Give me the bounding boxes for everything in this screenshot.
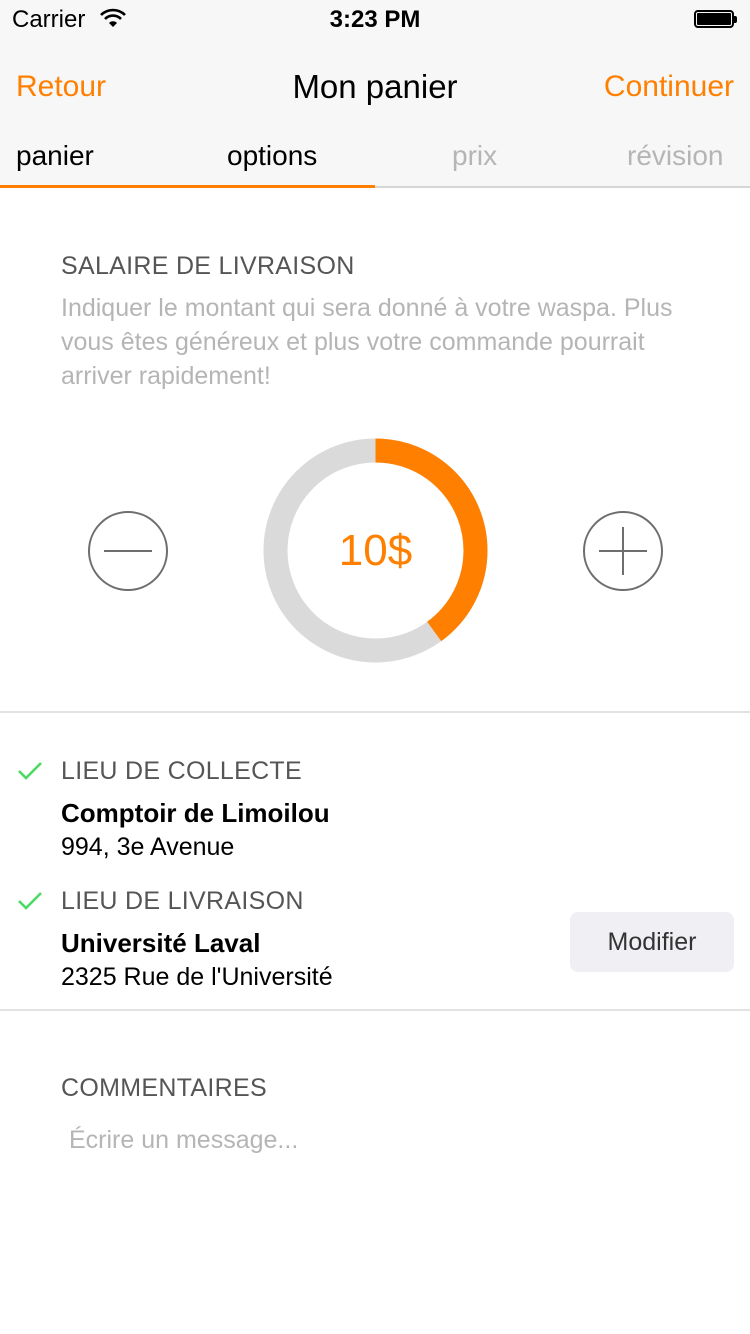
status-bar: Carrier 3:23 PM (0, 0, 750, 40)
delivery-fee-title: SALAIRE DE LIVRAISON (61, 252, 355, 280)
clock: 3:23 PM (329, 6, 421, 33)
minus-icon (104, 550, 152, 552)
tab-prix[interactable]: prix (452, 140, 497, 172)
battery-icon (694, 10, 738, 30)
dropoff-name: Université Laval (61, 928, 261, 958)
decrease-button[interactable] (88, 511, 168, 591)
increase-button[interactable] (583, 511, 663, 591)
divider (0, 711, 750, 713)
comments-title: COMMENTAIRES (61, 1074, 267, 1102)
navigation-bar: Retour Mon panier Continuer (0, 40, 750, 128)
pickup-name: Comptoir de Limoilou (61, 798, 330, 828)
step-progress-bar (0, 185, 375, 188)
check-icon (18, 762, 42, 780)
divider (0, 1009, 750, 1011)
tab-revision[interactable]: révision (627, 140, 723, 172)
dropoff-label: LIEU DE LIVRAISON (61, 887, 304, 915)
modify-button[interactable]: Modifier (570, 912, 734, 972)
dropoff-address: 2325 Rue de l'Université (61, 963, 333, 991)
tab-panier[interactable]: panier (16, 140, 94, 172)
pickup-label: LIEU DE COLLECTE (61, 757, 302, 785)
pickup-address: 994, 3e Avenue (61, 833, 235, 861)
tab-options[interactable]: options (227, 140, 317, 172)
delivery-fee-description: Indiquer le montant qui sera donné à vot… (61, 294, 673, 390)
comment-input[interactable] (61, 1118, 729, 1162)
continue-button[interactable]: Continuer (604, 70, 734, 104)
step-tabs: panier options prix révision (0, 128, 750, 188)
fee-value: 10$ (338, 526, 413, 575)
check-icon (18, 892, 42, 910)
